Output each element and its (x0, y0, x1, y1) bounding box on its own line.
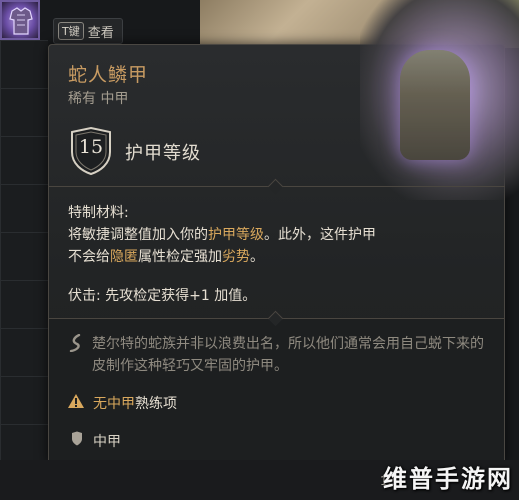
stealth-link[interactable]: 隐匿 (110, 249, 138, 265)
shield-small-icon (72, 431, 82, 446)
armor-preview-image (360, 0, 519, 200)
lore-quill-icon (69, 334, 81, 352)
keyboard-key-icon: T键 (58, 22, 84, 40)
armor-class-label: 护甲等级 (125, 143, 201, 164)
site-watermark: 维普手游网 (383, 465, 513, 493)
armor-item-icon (9, 7, 33, 35)
special-heading: 特制材料: (68, 205, 129, 221)
item-name: 蛇人鳞甲 (68, 64, 149, 86)
view-button-label: 查看 (87, 25, 114, 41)
item-rarity-type: 稀有 中甲 (68, 91, 129, 107)
armor-class-link[interactable]: 护甲等级 (208, 227, 264, 243)
inventory-grid[interactable] (0, 40, 48, 460)
view-button[interactable]: T键 查看 (53, 18, 123, 44)
equipped-armor-slot[interactable] (0, 0, 40, 40)
warning-icon (68, 394, 84, 408)
ambush-bonus: 伏击: 先攻检定获得+1 加值。 (68, 288, 257, 304)
disadvantage-link[interactable]: 劣势 (222, 249, 250, 265)
armor-class-value: 15 (78, 136, 104, 158)
armor-category: 中甲 (93, 434, 121, 450)
proficiency-warning: 无中甲熟练项 (93, 396, 177, 412)
special-description: 将敏捷调整值加入你的护甲等级。此外，这件护甲 不会给隐匿属性检定强加劣势。 (68, 227, 376, 265)
item-lore: 楚尔特的蛇族并非以浪费出名，所以他们通常会用自己蜕下来的皮制作这种轻巧又牢固的护… (92, 336, 484, 374)
